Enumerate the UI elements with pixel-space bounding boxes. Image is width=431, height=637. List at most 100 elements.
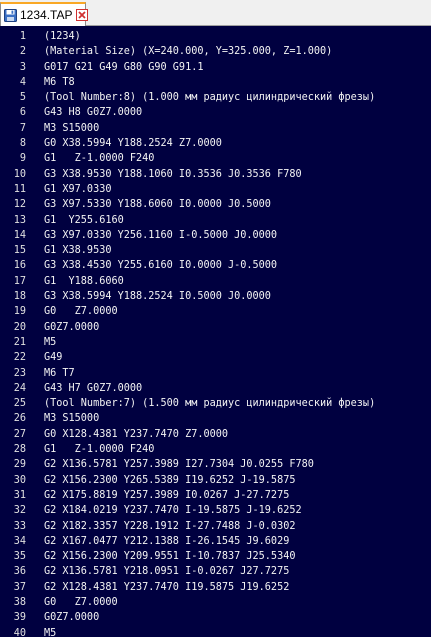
line-text: M5 bbox=[44, 627, 57, 637]
line-text: M6 T7 bbox=[44, 367, 75, 379]
code-line[interactable]: 29 G2 X136.5781 Y257.3989 I27.7304 J0.025… bbox=[0, 457, 431, 472]
code-line[interactable]: 26 M3 S15000 bbox=[0, 411, 431, 426]
code-line[interactable]: 13 G1 Y255.6160 bbox=[0, 213, 431, 228]
code-line[interactable]: 24 G43 H7 G0Z7.0000 bbox=[0, 381, 431, 396]
code-line[interactable]: 12 G3 X97.5330 Y188.6060 I0.0000 J0.5000 bbox=[0, 197, 431, 212]
line-number: 21 bbox=[13, 336, 26, 348]
code-line[interactable]: 30 G2 X156.2300 Y265.5389 I19.6252 J-19.5… bbox=[0, 473, 431, 488]
code-line[interactable]: 32 G2 X184.0219 Y237.7470 I-19.5875 J-19.… bbox=[0, 503, 431, 518]
code-line[interactable]: 39 G0Z7.0000 bbox=[0, 610, 431, 625]
code-line[interactable]: 11 G1 X97.0330 bbox=[0, 182, 431, 197]
code-line[interactable]: 37 G2 X128.4381 Y237.7470 I19.5875 J19.62… bbox=[0, 580, 431, 595]
code-line[interactable]: 33 G2 X182.3357 Y228.1912 I-27.7488 J-0.0… bbox=[0, 519, 431, 534]
line-text: M6 T8 bbox=[44, 76, 75, 88]
line-number: 35 bbox=[13, 551, 26, 563]
tab-1234-tap[interactable]: 1234.TAP bbox=[0, 2, 89, 26]
code-line[interactable]: 36 G2 X136.5781 Y218.0951 I-0.0267 J27.72… bbox=[0, 564, 431, 579]
tab-bar: 1234.TAP bbox=[0, 0, 431, 26]
line-number: 7 bbox=[19, 122, 26, 134]
line-number: 40 bbox=[13, 627, 26, 637]
line-text: G017 G21 G49 G80 G90 G91.1 bbox=[44, 61, 204, 73]
line-text: M3 S15000 bbox=[44, 122, 100, 134]
code-line[interactable]: 27 G0 X128.4381 Y237.7470 Z7.0000 bbox=[0, 427, 431, 442]
line-number: 19 bbox=[13, 306, 26, 318]
line-number: 18 bbox=[13, 291, 26, 303]
save-file-icon bbox=[4, 8, 17, 22]
line-number: 27 bbox=[13, 428, 26, 440]
line-number: 23 bbox=[13, 367, 26, 379]
line-number: 6 bbox=[19, 107, 26, 119]
code-line[interactable]: 25 (Tool Number:7) (1.500 мм радиус цилин… bbox=[0, 396, 431, 411]
line-number: 3 bbox=[19, 61, 26, 73]
code-line[interactable]: 38 G0 Z7.0000 bbox=[0, 595, 431, 610]
line-text: G2 X167.0477 Y212.1388 I-26.1545 J9.6029 bbox=[44, 535, 290, 547]
line-text: (Tool Number:7) (1.500 мм радиус цилиндр… bbox=[44, 398, 376, 410]
line-number: 14 bbox=[13, 229, 26, 241]
code-line[interactable]: 4 M6 T8 bbox=[0, 75, 431, 90]
line-text: G2 X136.5781 Y257.3989 I27.7304 J0.0255 … bbox=[44, 459, 314, 471]
code-line[interactable]: 21 M5 bbox=[0, 335, 431, 350]
code-line[interactable]: 2 (Material Size) (X=240.000, Y=325.000, … bbox=[0, 44, 431, 59]
line-text: G2 X156.2300 Y209.9551 I-10.7837 J25.534… bbox=[44, 551, 296, 563]
line-number: 5 bbox=[19, 92, 26, 104]
line-text: G2 X175.8819 Y257.3989 I0.0267 J-27.7275 bbox=[44, 489, 290, 501]
line-number: 25 bbox=[13, 398, 26, 410]
line-number: 9 bbox=[19, 153, 26, 165]
line-text: G43 H8 G0Z7.0000 bbox=[44, 107, 143, 119]
line-number: 24 bbox=[13, 382, 26, 394]
code-line[interactable]: 31 G2 X175.8819 Y257.3989 I0.0267 J-27.72… bbox=[0, 488, 431, 503]
line-number: 4 bbox=[19, 76, 26, 88]
line-number: 34 bbox=[13, 535, 26, 547]
line-number: 20 bbox=[13, 321, 26, 333]
code-line[interactable]: 19 G0 Z7.0000 bbox=[0, 304, 431, 319]
line-text: G0 Z7.0000 bbox=[44, 596, 118, 608]
line-text: G2 X182.3357 Y228.1912 I-27.7488 J-0.030… bbox=[44, 520, 296, 532]
line-number: 8 bbox=[19, 138, 26, 150]
code-line[interactable]: 34 G2 X167.0477 Y212.1388 I-26.1545 J9.60… bbox=[0, 534, 431, 549]
code-line[interactable]: 15 G1 X38.9530 bbox=[0, 243, 431, 258]
code-line[interactable]: 40 M5 bbox=[0, 626, 431, 637]
line-text: (Material Size) (X=240.000, Y=325.000, Z… bbox=[44, 46, 333, 58]
tab-title: 1234.TAP bbox=[20, 8, 73, 22]
code-line[interactable]: 14 G3 X97.0330 Y256.1160 I-0.5000 J0.0000 bbox=[0, 228, 431, 243]
line-number: 22 bbox=[13, 352, 26, 364]
line-text: G2 X184.0219 Y237.7470 I-19.5875 J-19.62… bbox=[44, 505, 302, 517]
code-lines: 1 (1234) 2 (Material Size) (X=240.000, Y=32… bbox=[0, 29, 431, 637]
line-number: 38 bbox=[13, 596, 26, 608]
close-icon[interactable] bbox=[76, 9, 89, 21]
line-number: 11 bbox=[13, 183, 26, 195]
line-number: 15 bbox=[13, 245, 26, 257]
code-line[interactable]: 5 (Tool Number:8) (1.000 мм радиус цилинд… bbox=[0, 90, 431, 105]
code-line[interactable]: 20 G0Z7.0000 bbox=[0, 320, 431, 335]
code-line[interactable]: 23 M6 T7 bbox=[0, 366, 431, 381]
code-line[interactable]: 8 G0 X38.5994 Y188.2524 Z7.0000 bbox=[0, 136, 431, 151]
line-text: G3 X38.5994 Y188.2524 I0.5000 J0.0000 bbox=[44, 291, 271, 303]
line-text: G1 Z-1.0000 F240 bbox=[44, 444, 155, 456]
code-line[interactable]: 16 G3 X38.4530 Y255.6160 I0.0000 J-0.5000 bbox=[0, 258, 431, 273]
code-line[interactable]: 3 G017 G21 G49 G80 G90 G91.1 bbox=[0, 60, 431, 75]
line-text: G2 X136.5781 Y218.0951 I-0.0267 J27.7275 bbox=[44, 566, 290, 578]
code-line[interactable]: 18 G3 X38.5994 Y188.2524 I0.5000 J0.0000 bbox=[0, 289, 431, 304]
code-line[interactable]: 9 G1 Z-1.0000 F240 bbox=[0, 151, 431, 166]
line-text: M5 bbox=[44, 336, 57, 348]
code-line[interactable]: 28 G1 Z-1.0000 F240 bbox=[0, 442, 431, 457]
line-text: G49 bbox=[44, 352, 63, 364]
line-text: G1 X97.0330 bbox=[44, 183, 112, 195]
line-number: 26 bbox=[13, 413, 26, 425]
code-line[interactable]: 22 G49 bbox=[0, 350, 431, 365]
code-line[interactable]: 1 (1234) bbox=[0, 29, 431, 44]
line-text: (Tool Number:8) (1.000 мм радиус цилиндр… bbox=[44, 92, 376, 104]
line-text: G3 X97.0330 Y256.1160 I-0.5000 J0.0000 bbox=[44, 229, 278, 241]
line-text: G3 X38.4530 Y255.6160 I0.0000 J-0.5000 bbox=[44, 260, 278, 272]
line-text: G1 Y188.6060 bbox=[44, 275, 124, 287]
code-line[interactable]: 10 G3 X38.9530 Y188.1060 I0.3536 J0.3536 … bbox=[0, 167, 431, 182]
code-line[interactable]: 6 G43 H8 G0Z7.0000 bbox=[0, 105, 431, 120]
code-line[interactable]: 35 G2 X156.2300 Y209.9551 I-10.7837 J25.5… bbox=[0, 549, 431, 564]
line-number: 13 bbox=[13, 214, 26, 226]
line-number: 1 bbox=[19, 31, 26, 42]
line-text: G43 H7 G0Z7.0000 bbox=[44, 382, 143, 394]
code-line[interactable]: 7 M3 S15000 bbox=[0, 121, 431, 136]
code-editor[interactable]: 1 (1234) 2 (Material Size) (X=240.000, Y=32… bbox=[0, 26, 431, 637]
line-text: G2 X128.4381 Y237.7470 I19.5875 J19.6252 bbox=[44, 581, 290, 593]
code-line[interactable]: 17 G1 Y188.6060 bbox=[0, 274, 431, 289]
